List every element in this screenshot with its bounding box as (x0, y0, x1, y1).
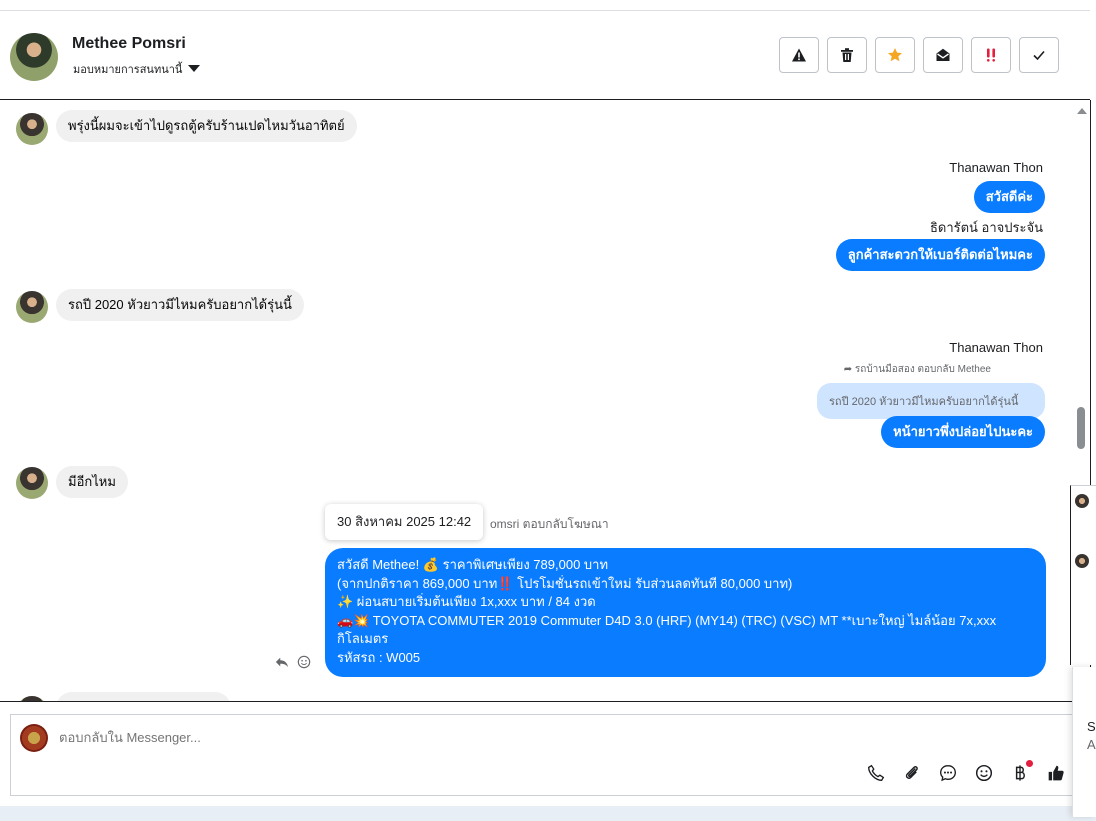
quoted-message[interactable]: รถปี 2020 หัวยาวมีไหมครับอยากได้รุ่นนี้ (817, 383, 1045, 419)
ad-line: (จากปกติราคา 869,000 บาท‼️ โปรโมชั่นรถเข… (337, 575, 793, 591)
message-thread[interactable]: พรุ่งนี้ผมจะเข้าไปดูรถตู้ครับร้านเปดไหมว… (0, 100, 1091, 702)
incoming-message[interactable]: มีอีกไหม (56, 466, 128, 498)
conversation-header: Methee Pomsri มอบหมายการสนทนานี้ (0, 11, 1090, 100)
emoji-icon[interactable] (974, 763, 994, 783)
agent-name: Thanawan Thon (949, 340, 1043, 355)
baht-icon[interactable] (1010, 760, 1033, 783)
trash-icon (841, 48, 853, 62)
reply-arrow-icon: ➦ (843, 364, 853, 375)
avatar (1075, 494, 1089, 508)
mark-unread-button[interactable] (923, 37, 963, 73)
sender-avatar (16, 696, 48, 701)
outgoing-message[interactable]: ลูกค้าสะดวกให้เบอร์ติดต่อไหมคะ (835, 239, 1045, 271)
header-actions (779, 37, 1059, 73)
notification-panel-fragment[interactable]: So A (1072, 667, 1096, 817)
sender-avatar (16, 113, 48, 145)
sender-avatar (16, 291, 48, 323)
ad-line: สวัสดี Methee! 💰 ราคาพิเศษเพียง 789,000 … (337, 557, 609, 572)
composer-tools (866, 760, 1066, 783)
ad-line: รหัสรถ : W005 (337, 649, 421, 665)
reply-context: ➦ รถบ้านมือสอง ตอบกลับ Methee (844, 362, 991, 377)
bottom-strip (0, 806, 1096, 821)
sender-avatar (16, 467, 48, 499)
contact-name[interactable]: Methee Pomsri (72, 35, 186, 53)
reply-icon[interactable] (275, 655, 289, 669)
incoming-message[interactable]: พรุ่งนี้ผมจะเข้าไปดูรถตู้ครับร้านเปดไหมว… (56, 110, 357, 142)
assign-conversation-dropdown[interactable]: มอบหมายการสนทนานี้ (73, 60, 201, 78)
mark-spam-button[interactable] (779, 37, 819, 73)
ad-line: 🚗💥 TOYOTA COMMUTER 2019 Commuter D4D 3.0… (337, 612, 997, 647)
chevron-down-icon (188, 64, 201, 72)
page-avatar (20, 724, 48, 752)
outgoing-message[interactable]: หน้ายาวพึ่งปล่อยไปนะคะ (881, 416, 1045, 448)
timestamp-tooltip: 30 สิงหาคม 2025 12:42 (325, 504, 484, 540)
envelope-open-icon (936, 48, 950, 61)
top-strip (0, 0, 1090, 11)
scroll-up-arrow[interactable] (1077, 108, 1087, 114)
assign-label: มอบหมายการสนทนานี้ (73, 64, 183, 76)
panel-text: So (1087, 719, 1096, 734)
ad-offer-message[interactable]: สวัสดี Methee! 💰 ราคาพิเศษเพียง 789,000 … (325, 548, 1046, 677)
scroll-thumb[interactable] (1077, 407, 1085, 449)
incoming-message-partial[interactable] (56, 692, 231, 701)
avatar (1075, 554, 1089, 568)
phone-icon[interactable] (866, 763, 886, 783)
agent-name: Thanawan Thon (949, 160, 1043, 175)
star-button[interactable] (875, 37, 915, 73)
ad-line: ✨ ผ่อนสบายเริ่มต้นเพียง 1x,xxx บาท / 84 … (337, 594, 596, 609)
delete-button[interactable] (827, 37, 867, 73)
thumbs-up-icon[interactable] (1046, 763, 1066, 783)
reply-input[interactable] (59, 730, 759, 745)
side-panel-fragment (1070, 485, 1096, 665)
reply-composer (10, 714, 1080, 796)
double-exclamation-icon (987, 48, 995, 62)
react-emoji-icon[interactable] (297, 655, 311, 669)
mark-done-button[interactable] (1019, 37, 1059, 73)
agent-name: ธิดารัตน์ อาจประจัน (929, 220, 1043, 235)
ad-reply-label: omsri ตอบกลับโฆษณา (490, 517, 609, 531)
panel-text: A (1087, 737, 1096, 752)
warning-icon (792, 48, 806, 62)
mark-important-button[interactable] (971, 37, 1011, 73)
contact-avatar[interactable] (10, 33, 58, 81)
outgoing-message[interactable]: สวัสดีค่ะ (973, 181, 1045, 213)
notification-dot (1026, 760, 1033, 767)
incoming-message[interactable]: รถปี 2020 หัวยาวมีไหมครับอยากได้รุ่นนี้ (56, 289, 304, 321)
check-icon (1033, 50, 1045, 61)
message-tools (275, 655, 311, 669)
chat-bubble-icon[interactable] (938, 763, 958, 783)
star-icon (888, 48, 902, 62)
paperclip-icon[interactable] (902, 763, 922, 783)
reply-context-text: รถบ้านมือสอง ตอบกลับ Methee (854, 364, 991, 375)
